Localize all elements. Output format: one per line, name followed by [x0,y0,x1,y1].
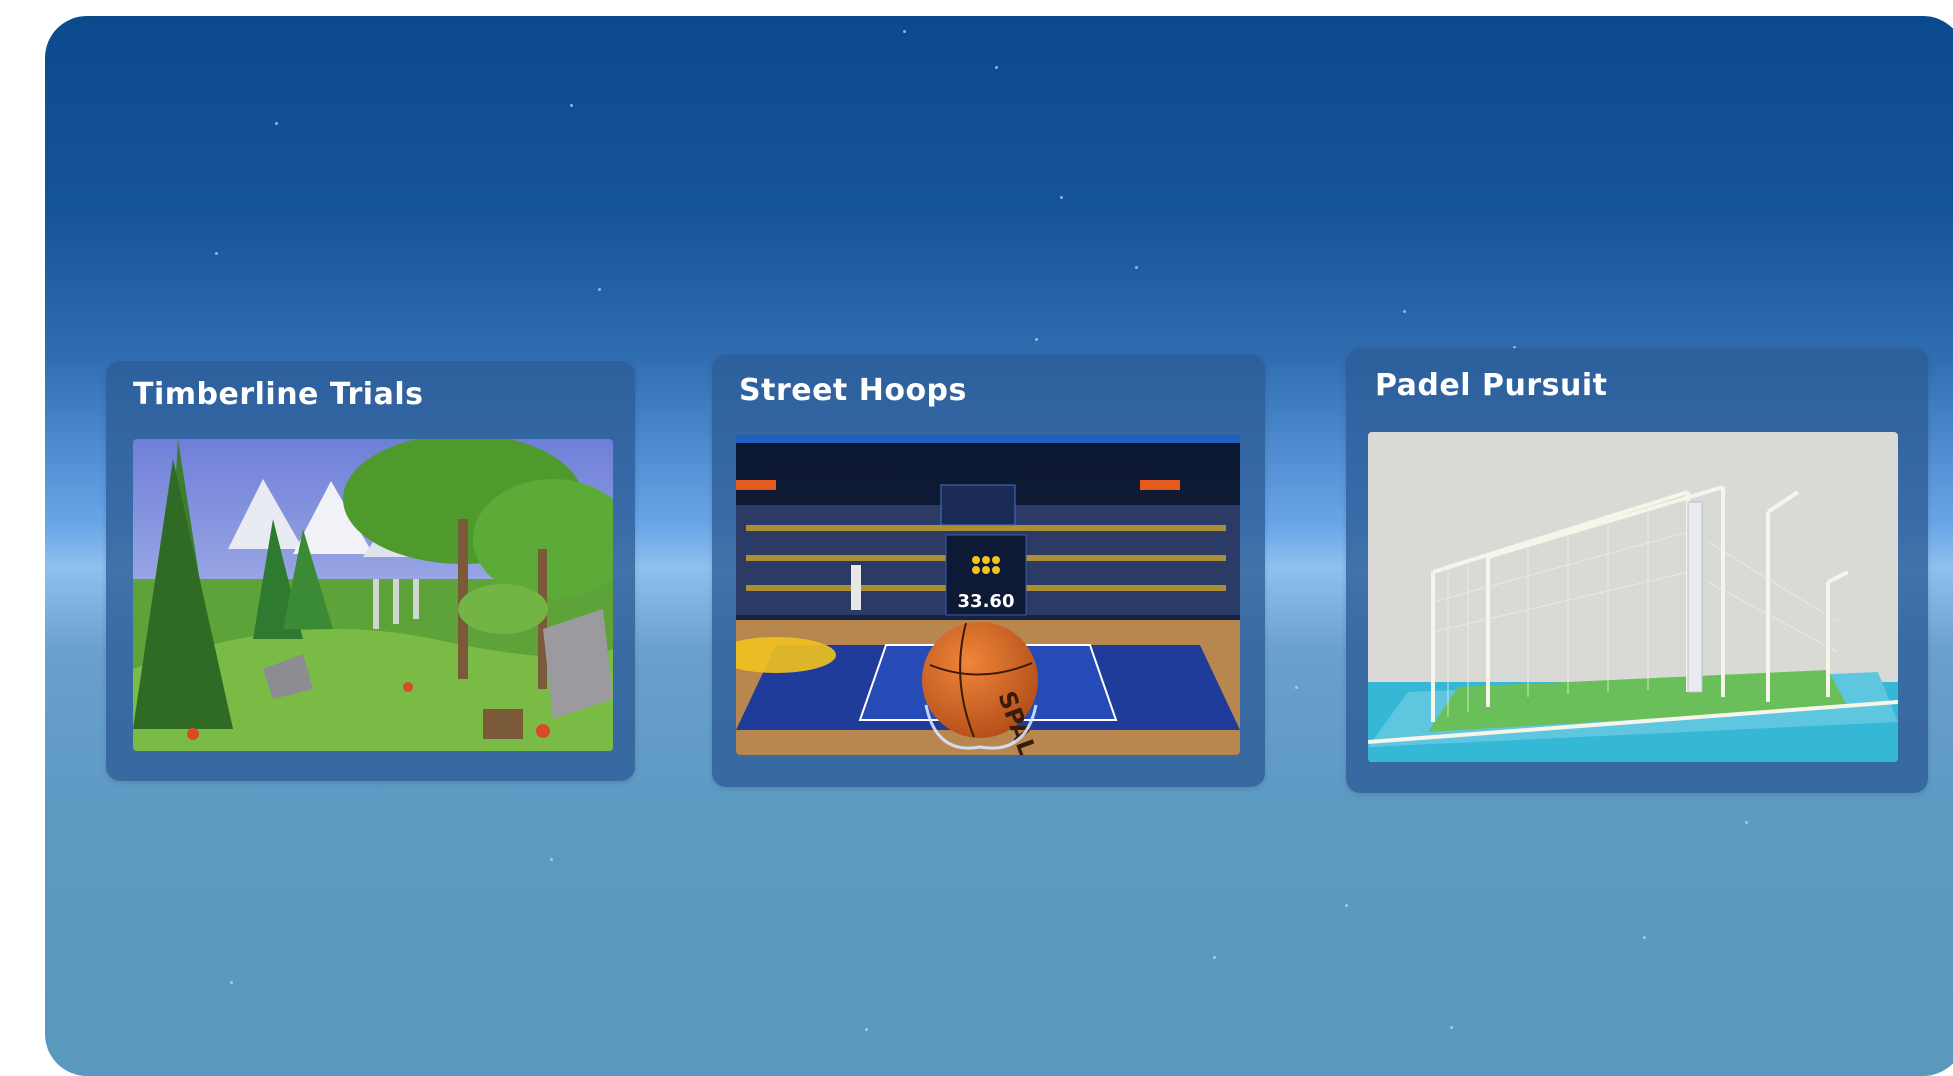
star-decoration [995,66,998,69]
star-decoration [1450,1026,1453,1029]
star-decoration [1035,338,1038,341]
star-decoration [230,981,233,984]
game-card-street-hoops[interactable]: Street Hoops 33.60 SPAL [712,355,1265,787]
padel-court-scene-image [1368,432,1898,762]
star-decoration [550,858,553,861]
star-decoration [1643,936,1646,939]
star-decoration [598,288,601,291]
star-decoration [1295,686,1298,689]
star-decoration [1135,266,1138,269]
star-decoration [215,252,218,255]
scoreboard-time: 33.60 [958,591,1015,612]
star-decoration [1345,904,1348,907]
star-decoration [1403,310,1406,313]
star-decoration [570,104,573,107]
game-card-title: Timberline Trials [133,377,424,412]
basketball-court-scene-image: 33.60 SPAL [736,435,1240,755]
star-decoration [1213,956,1216,959]
star-decoration [1745,821,1748,824]
star-decoration [1060,196,1063,199]
star-decoration [275,122,278,125]
game-card-timberline-trials[interactable]: Timberline Trials [106,361,635,781]
star-decoration [865,1028,868,1031]
star-decoration [903,30,906,33]
forest-scene-image [133,439,613,751]
game-card-title: Padel Pursuit [1375,368,1608,403]
game-card-padel-pursuit[interactable]: Padel Pursuit [1346,348,1928,793]
game-card-title: Street Hoops [739,373,967,408]
